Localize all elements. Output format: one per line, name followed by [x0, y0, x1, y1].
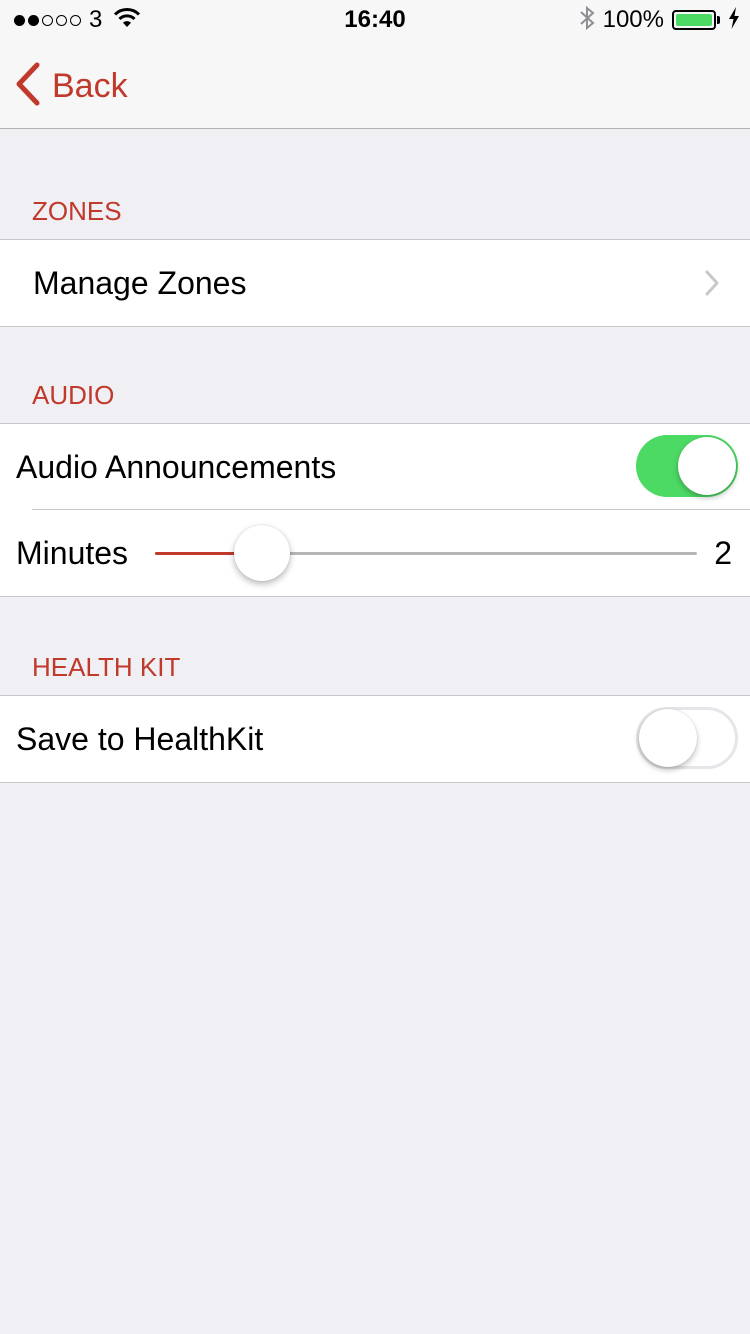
chevron-left-icon	[14, 62, 40, 111]
manage-zones-label: Manage Zones	[33, 265, 247, 301]
toggle-knob	[678, 437, 736, 495]
save-to-healthkit-label: Save to HealthKit	[16, 721, 264, 757]
status-bar: 3 16:40 100%	[0, 0, 750, 40]
battery-tip	[717, 16, 720, 24]
slider-thumb[interactable]	[234, 525, 290, 581]
save-to-healthkit-row: Save to HealthKit	[0, 696, 750, 782]
status-right: 100%	[579, 5, 740, 36]
bluetooth-icon	[579, 5, 595, 36]
health-kit-group: Save to HealthKit	[0, 695, 750, 783]
section-header-zones: ZONES	[32, 196, 122, 226]
chevron-right-icon	[704, 269, 720, 302]
section-header-audio: AUDIO	[32, 380, 115, 410]
audio-announcements-row: Audio Announcements	[0, 424, 750, 510]
section-header-health-kit: HEALTH KIT	[32, 652, 181, 682]
minutes-label: Minutes	[16, 535, 129, 571]
battery-icon	[672, 10, 716, 30]
minutes-row: Minutes 2	[0, 510, 750, 596]
charging-bolt-icon	[728, 6, 740, 34]
audio-announcements-toggle[interactable]	[636, 435, 738, 497]
save-to-healthkit-toggle[interactable]	[636, 707, 738, 769]
minutes-slider[interactable]	[155, 510, 697, 596]
audio-announcements-label: Audio Announcements	[16, 449, 337, 485]
battery-level-fill	[676, 14, 712, 26]
back-label: Back	[52, 67, 128, 105]
navigation-bar: Back	[0, 40, 750, 129]
back-button[interactable]: Back	[14, 62, 128, 111]
zones-group: Manage Zones	[0, 239, 750, 327]
minutes-value: 2	[714, 535, 732, 571]
toggle-knob	[639, 709, 697, 767]
manage-zones-row[interactable]: Manage Zones	[0, 240, 750, 326]
audio-group: Audio Announcements Minutes 2	[0, 423, 750, 597]
slider-track-fill	[155, 552, 236, 555]
battery-percentage: 100%	[602, 6, 664, 33]
